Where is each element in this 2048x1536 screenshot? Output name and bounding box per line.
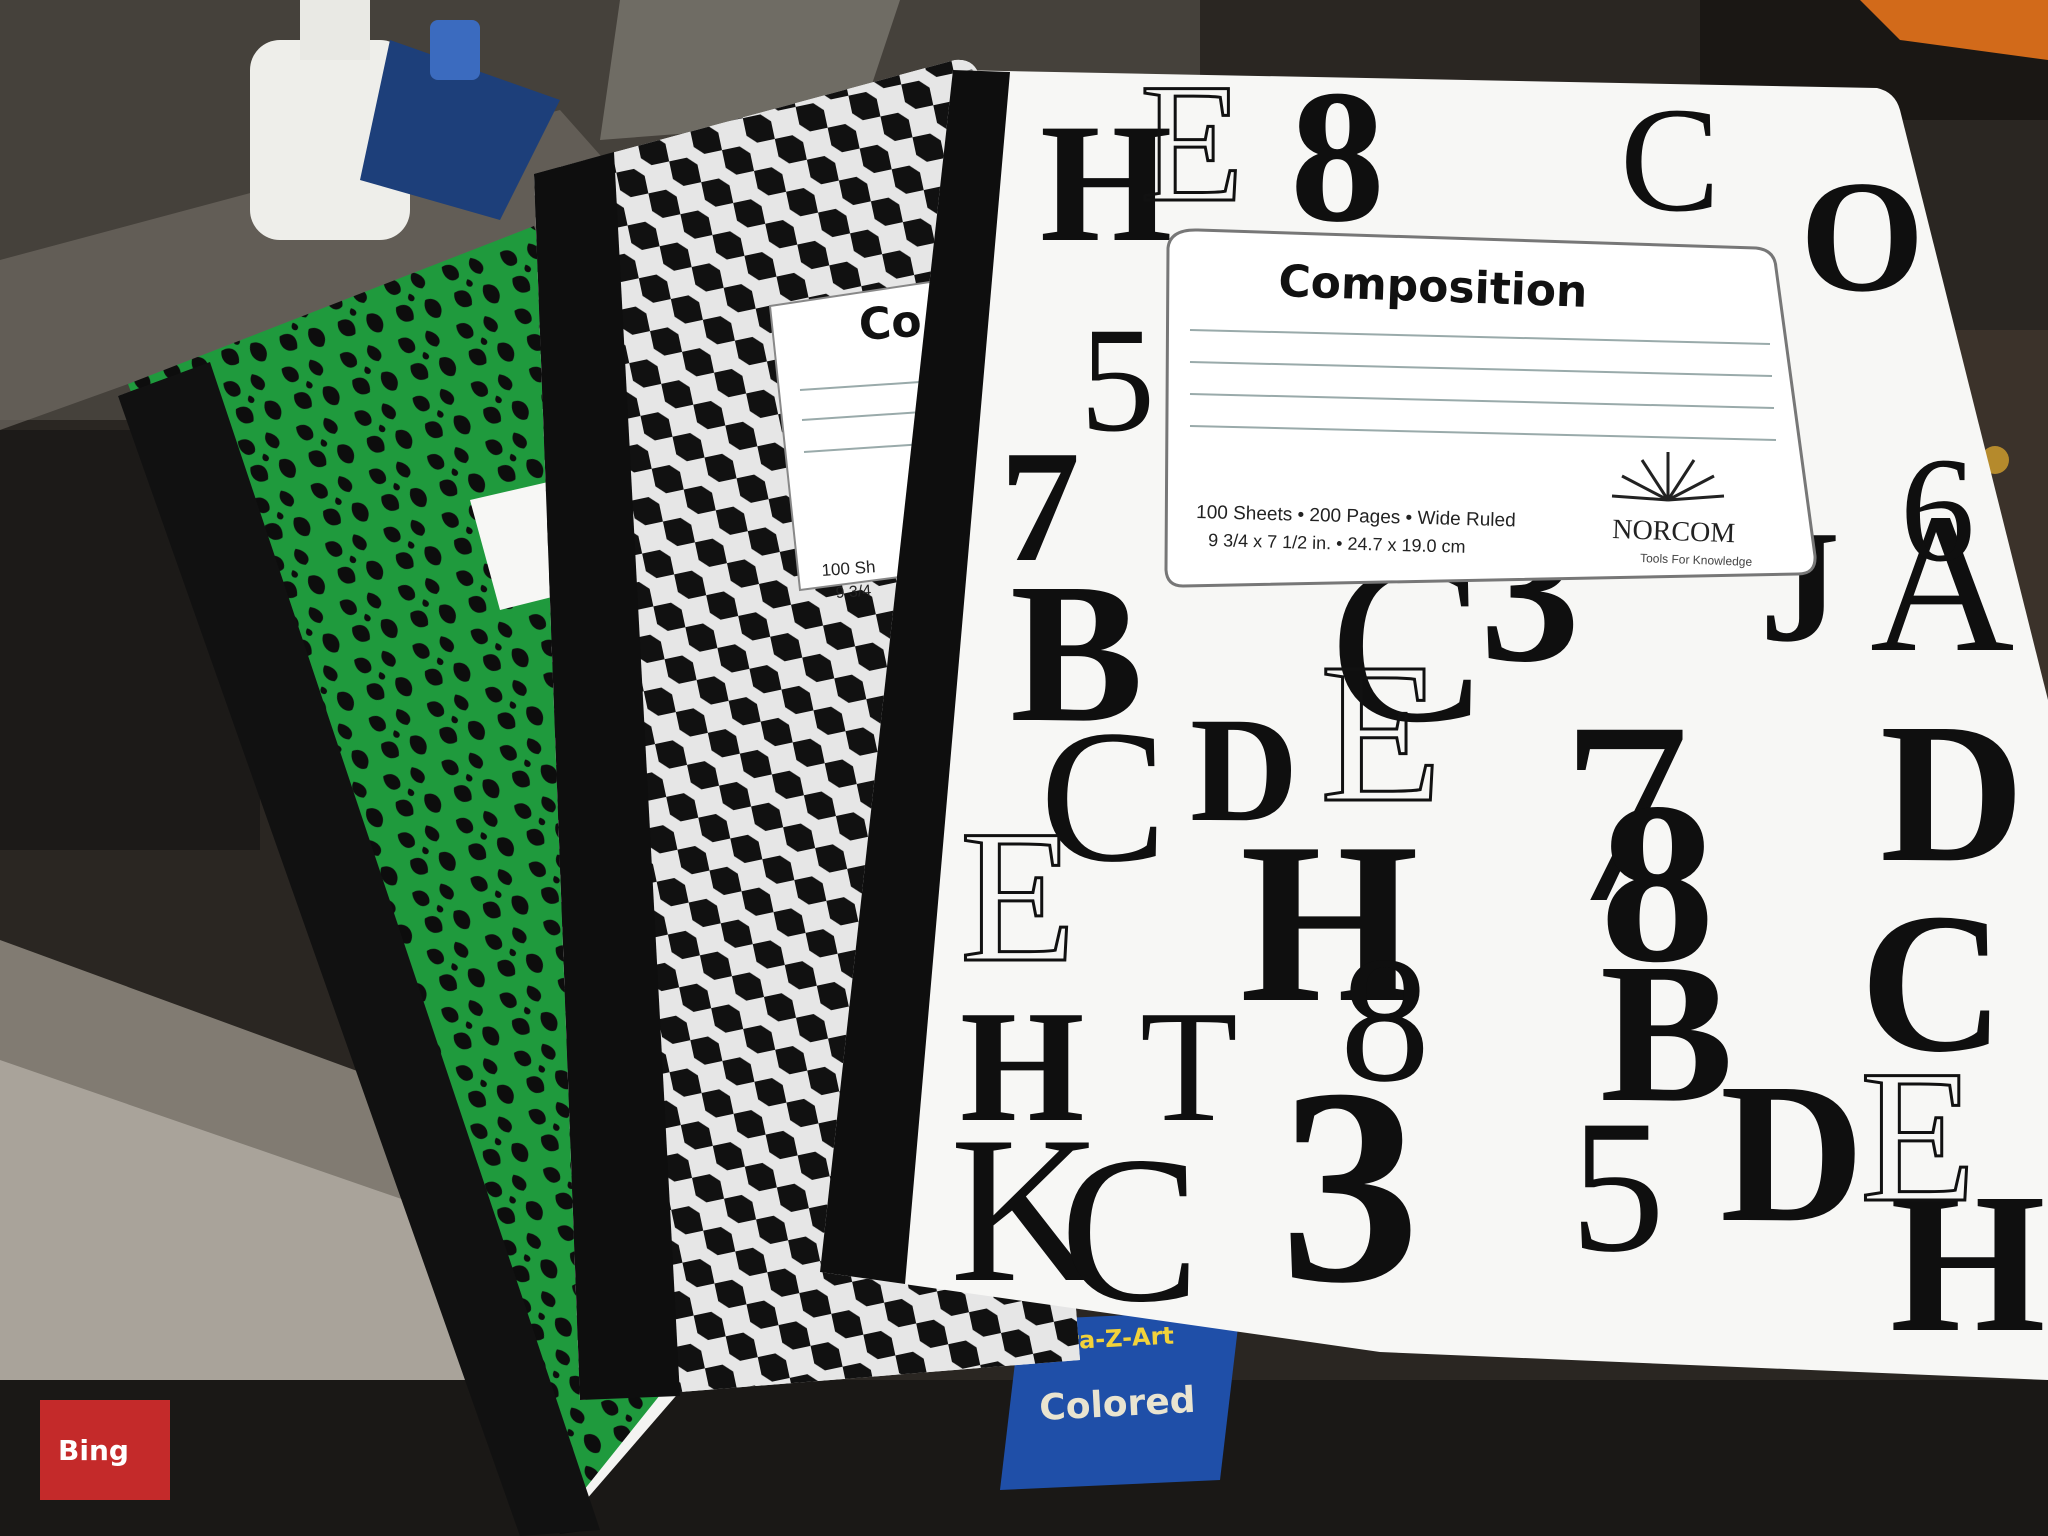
left-tag-text: Bing — [58, 1434, 129, 1467]
svg-text:C: C — [1620, 77, 1720, 243]
svg-text:E: E — [1140, 49, 1244, 237]
crayon-box-label: Colored — [1038, 1380, 1196, 1429]
svg-text:D: D — [1720, 1043, 1864, 1264]
svg-text:5: 5 — [1570, 1082, 1665, 1292]
letters-notebook: H 8 C O 5 7 B C 3 J A C D 7 8 D H T 8 B — [820, 49, 2048, 1380]
houndstooth-label-title: Co — [857, 296, 923, 351]
photo-svg: Colored Cra-Z-Art Bing Co 100 Sh 9 3/4 H… — [0, 0, 2048, 1536]
price-tag — [430, 20, 480, 80]
houndstooth-label-specs-2: 9 3/4 — [835, 583, 872, 602]
label-title: Composition — [1278, 256, 1589, 318]
svg-text:6: 6 — [1900, 427, 1975, 593]
svg-text:D: D — [1880, 683, 2024, 904]
svg-text:O: O — [1800, 147, 1924, 325]
svg-text:3: 3 — [1280, 1030, 1420, 1341]
label-brand: NORCOM — [1612, 514, 1736, 549]
svg-text:E: E — [1320, 623, 1442, 844]
svg-text:8: 8 — [1290, 52, 1385, 262]
photo-scene: Colored Cra-Z-Art Bing Co 100 Sh 9 3/4 H… — [0, 0, 2048, 1536]
svg-text:5: 5 — [1080, 297, 1155, 463]
svg-text:E: E — [960, 792, 1076, 1002]
composition-label: Composition 100 Sheets • 200 Pages • Wid… — [1164, 228, 1817, 588]
svg-text:E: E — [1860, 1032, 1976, 1242]
houndstooth-label-specs-1: 100 Sh — [821, 557, 876, 580]
